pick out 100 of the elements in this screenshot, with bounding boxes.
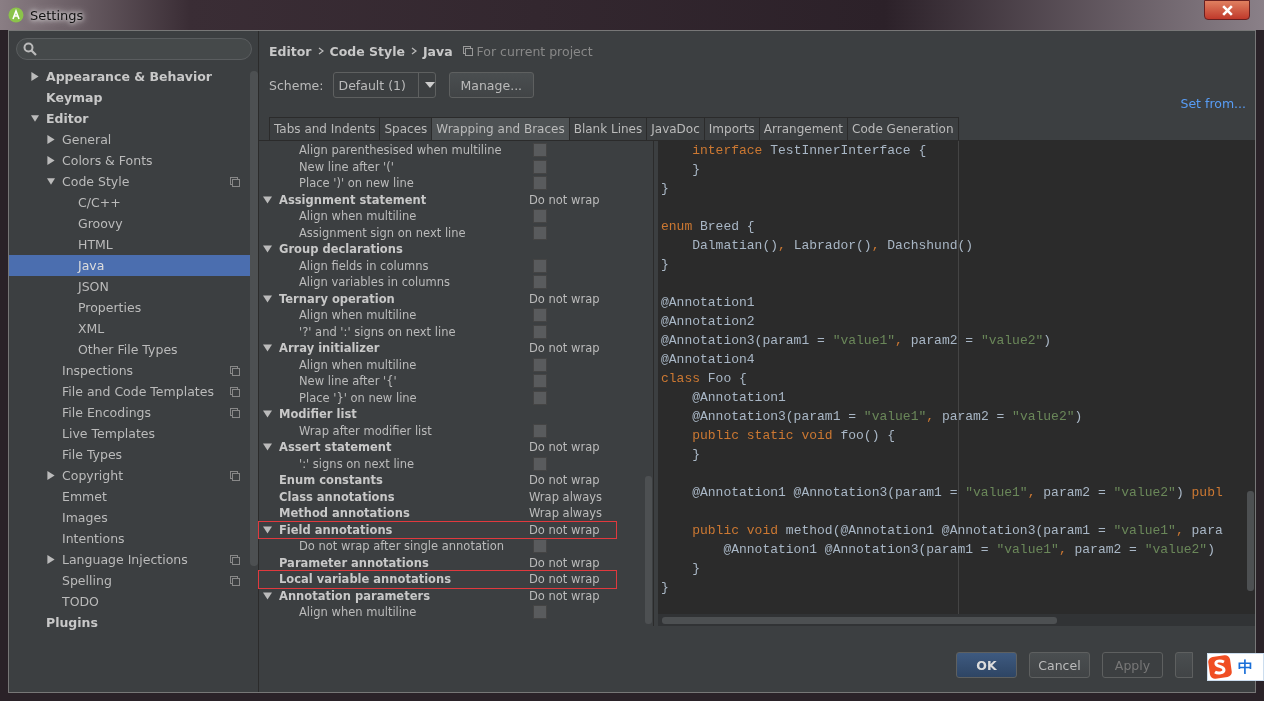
wrap-value[interactable]: Wrap always <box>529 489 603 504</box>
tree-item[interactable]: File and Code Templates <box>9 381 250 402</box>
tree-item[interactable]: Groovy <box>9 213 250 234</box>
tree-item[interactable]: XML <box>9 318 250 339</box>
wrap-value[interactable]: Do not wrap <box>529 291 600 306</box>
tree-item[interactable]: Inspections <box>9 360 250 381</box>
code-line: interface TestInnerInterface { <box>691 143 927 158</box>
tree-item[interactable]: Java <box>9 255 250 276</box>
collapse-arrow-icon[interactable] <box>263 344 272 353</box>
tree-item[interactable]: Images <box>9 507 250 528</box>
option-label: Assignment sign on next line <box>298 225 467 240</box>
wrap-value[interactable]: Do not wrap <box>529 341 600 356</box>
dialog-button[interactable]: Cancel <box>1029 652 1090 678</box>
tree-item[interactable]: TODO <box>9 591 250 612</box>
option-group-label: Enum constants <box>279 473 384 488</box>
search-field[interactable] <box>16 38 252 60</box>
checkbox[interactable] <box>533 605 547 620</box>
tree-item[interactable]: Copyright <box>9 465 250 486</box>
close-button[interactable] <box>1204 0 1250 20</box>
manage-button[interactable]: Manage... <box>448 72 535 98</box>
tree-item[interactable]: Emmet <box>9 486 250 507</box>
code-line: class Foo { <box>661 371 747 386</box>
collapse-arrow-icon[interactable] <box>263 591 272 600</box>
tree-item[interactable]: File Types <box>9 444 250 465</box>
checkbox[interactable] <box>533 209 547 224</box>
wrap-value[interactable]: Do not wrap <box>529 192 600 207</box>
tree-item[interactable]: Live Templates <box>9 423 250 444</box>
tree-item[interactable]: Spelling <box>9 570 250 591</box>
option-label: Align when multiline <box>298 209 418 224</box>
code-line: } <box>691 447 700 462</box>
tree-item[interactable]: Intentions <box>9 528 250 549</box>
code-line: public void method(@Annotation1 @Annotation3(param1 = "value1", para <box>691 523 1223 538</box>
checkbox[interactable] <box>533 143 547 158</box>
checkbox[interactable] <box>533 423 547 438</box>
search-icon <box>23 42 37 56</box>
code-line: } <box>691 561 700 576</box>
code-line: public static void foo() { <box>691 428 896 443</box>
tree-item[interactable]: Plugins <box>9 612 250 633</box>
wrap-value[interactable]: Do not wrap <box>529 473 600 488</box>
checkbox[interactable] <box>533 456 547 471</box>
tree-item[interactable]: Language Injections <box>9 549 250 570</box>
tree-item[interactable]: Properties <box>9 297 250 318</box>
ime-toolbar[interactable]: 中 <box>1207 653 1264 681</box>
wrap-value[interactable]: Do not wrap <box>529 440 600 455</box>
checkbox[interactable] <box>533 159 547 174</box>
option-label: Align when multiline <box>298 605 418 620</box>
tree-item[interactable]: Appearance & Behavior <box>9 66 250 87</box>
wrap-value[interactable]: Do not wrap <box>529 588 600 603</box>
wrap-value[interactable]: Do not wrap <box>529 522 600 537</box>
code-line: } <box>661 257 669 272</box>
checkbox[interactable] <box>533 539 547 554</box>
checkbox[interactable] <box>533 308 547 323</box>
collapse-arrow-icon[interactable] <box>263 294 272 303</box>
checkbox[interactable] <box>533 324 547 339</box>
checkbox[interactable] <box>533 225 547 240</box>
dialog-button[interactable]: OK <box>956 652 1017 678</box>
scrollbar-thumb[interactable] <box>250 71 258 566</box>
scrollbar-thumb[interactable] <box>645 476 652 624</box>
breadcrumb-item: Java <box>422 43 453 59</box>
scrollbar-thumb[interactable] <box>662 617 1057 624</box>
set-from-link[interactable]: Set from... <box>1180 96 1246 114</box>
collapse-arrow-icon[interactable] <box>263 443 272 452</box>
tree-item[interactable]: Other File Types <box>9 339 250 360</box>
scrollbar-thumb[interactable] <box>1247 491 1254 591</box>
wrap-value[interactable]: Wrap always <box>529 506 603 521</box>
wrap-value[interactable]: Do not wrap <box>529 555 600 570</box>
tree-item[interactable]: C/C++ <box>9 192 250 213</box>
button[interactable] <box>1175 652 1193 678</box>
tree-item[interactable]: JSON <box>9 276 250 297</box>
checkbox[interactable] <box>533 357 547 372</box>
option-group-label: Ternary operation <box>279 291 396 306</box>
collapse-arrow-icon[interactable] <box>263 525 272 534</box>
checkbox[interactable] <box>533 374 547 389</box>
tab[interactable]: Code Generation <box>847 117 959 140</box>
checkbox[interactable] <box>533 258 547 273</box>
tree-item[interactable]: Colors & Fonts <box>9 150 250 171</box>
scheme-dropdown[interactable]: Default (1) <box>332 72 436 98</box>
tree-item[interactable]: File Encodings <box>9 402 250 423</box>
tab[interactable]: Wrapping and Braces <box>431 117 570 140</box>
collapse-arrow-icon[interactable] <box>263 195 272 204</box>
tree-item[interactable]: Code Style <box>9 171 250 192</box>
collapse-arrow-icon[interactable] <box>263 245 272 254</box>
tab[interactable]: Tabs and Indents <box>269 117 381 140</box>
checkbox[interactable] <box>533 275 547 290</box>
code-line: } <box>661 580 669 595</box>
tree-item[interactable]: General <box>9 129 250 150</box>
code-line: } <box>661 181 669 196</box>
copy-icon <box>462 46 473 56</box>
checkbox[interactable] <box>533 390 547 405</box>
option-group-label: Assignment statement <box>279 192 428 207</box>
code-line: @Annotation1 <box>691 390 786 405</box>
checkbox[interactable] <box>533 176 547 191</box>
code-line: @Annotation2 <box>661 314 755 329</box>
wrap-value[interactable]: Do not wrap <box>529 572 600 587</box>
scheme-label: Scheme: <box>269 77 324 93</box>
tree-item[interactable]: Keymap <box>9 87 250 108</box>
tree-item[interactable]: Editor <box>9 108 250 129</box>
tree-item[interactable]: HTML <box>9 234 250 255</box>
option-group-label: Modifier list <box>279 407 358 422</box>
collapse-arrow-icon[interactable] <box>263 410 272 419</box>
